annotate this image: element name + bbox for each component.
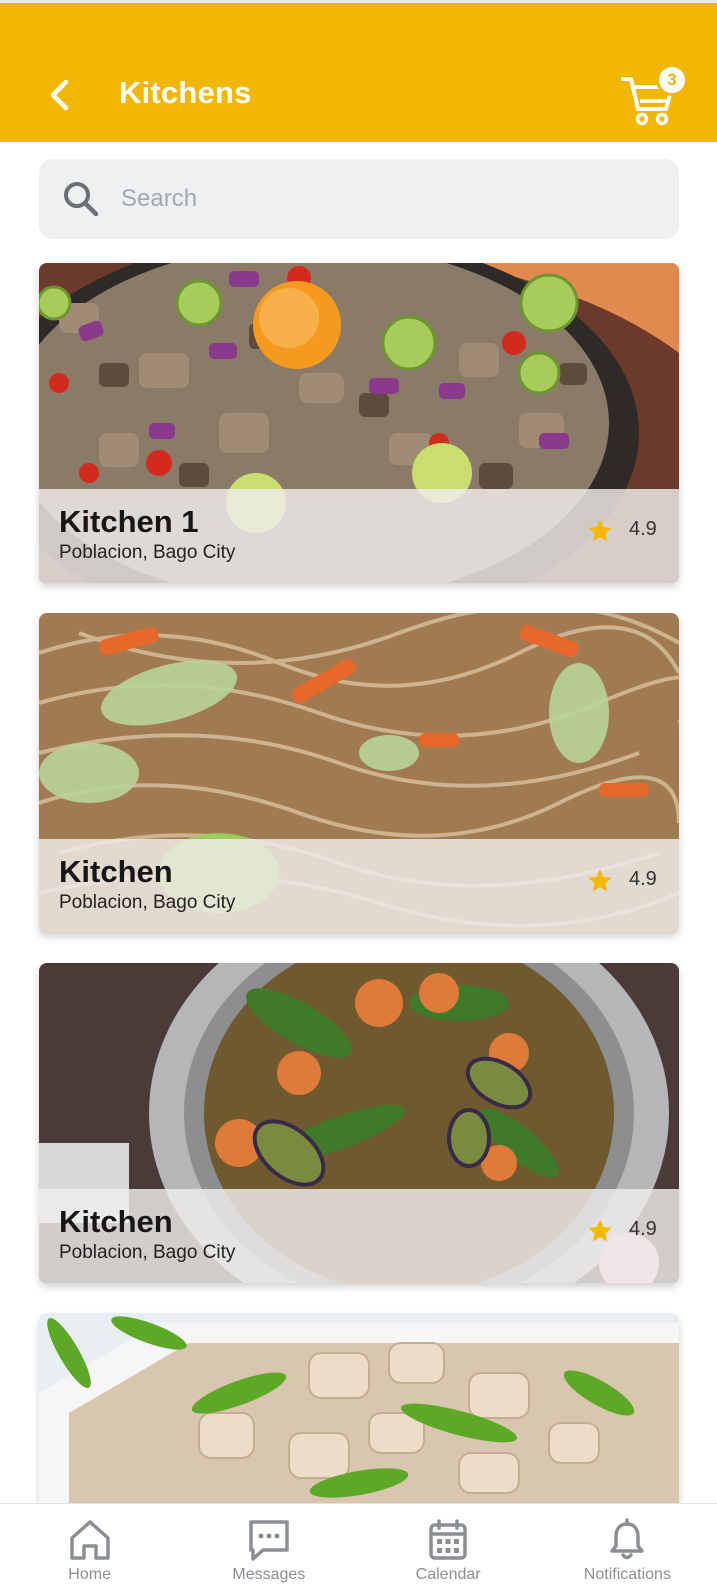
- nav-notifications[interactable]: Notifications: [538, 1504, 717, 1589]
- nav-messages[interactable]: Messages: [179, 1504, 358, 1589]
- nav-label-messages: Messages: [232, 1566, 306, 1583]
- calendar-icon: [429, 1519, 467, 1560]
- chevron-left-icon: [50, 79, 69, 111]
- page-title: Kitchens: [119, 75, 252, 110]
- message-icon: [249, 1520, 289, 1561]
- kitchen-card[interactable]: [39, 1313, 679, 1503]
- app-header: Kitchens 3: [0, 0, 717, 142]
- nav-label-home: Home: [68, 1566, 111, 1583]
- kitchen-rating: 4.9: [629, 868, 657, 890]
- kitchen-card[interactable]: Kitchen Poblacion, Bago City 4.9: [39, 963, 679, 1283]
- cart-button[interactable]: 3: [621, 67, 685, 126]
- kitchen-location: Poblacion, Bago City: [59, 542, 236, 563]
- star-icon: [588, 869, 612, 892]
- kitchen-card[interactable]: Kitchen Poblacion, Bago City 4.9: [39, 613, 679, 933]
- star-icon: [588, 519, 612, 542]
- card-info-panel: Kitchen Poblacion, Bago City 4.9: [39, 839, 679, 933]
- card-info-panel: Kitchen Poblacion, Bago City 4.9: [39, 1189, 679, 1283]
- nav-label-calendar: Calendar: [415, 1566, 481, 1583]
- bell-icon: [610, 1518, 645, 1560]
- kitchen-rating: 4.9: [629, 1218, 657, 1240]
- kitchen-name: Kitchen 1: [59, 504, 199, 539]
- search-icon[interactable]: [61, 179, 101, 219]
- nav-home[interactable]: Home: [0, 1504, 179, 1589]
- nav-label-notifications: Notifications: [583, 1566, 671, 1583]
- back-button[interactable]: [40, 73, 80, 117]
- cart-count-badge: 3: [659, 67, 685, 93]
- search-input[interactable]: [121, 159, 661, 239]
- pork-chili-dish-photo: [39, 1313, 679, 1503]
- home-icon: [69, 1520, 110, 1560]
- card-info-panel: Kitchen 1 Poblacion, Bago City 4.9: [39, 489, 679, 583]
- kitchen-rating: 4.9: [629, 518, 657, 540]
- kitchen-name: Kitchen: [59, 854, 173, 889]
- bottom-navigation: Home Messages Calendar Notifications: [0, 1503, 717, 1589]
- kitchen-location: Poblacion, Bago City: [59, 1242, 236, 1263]
- search-bar: [39, 159, 679, 239]
- nav-calendar[interactable]: Calendar: [359, 1504, 538, 1589]
- star-icon: [588, 1219, 612, 1242]
- kitchen-name: Kitchen: [59, 1204, 173, 1239]
- kitchen-location: Poblacion, Bago City: [59, 892, 236, 913]
- kitchen-card[interactable]: Kitchen 1 Poblacion, Bago City 4.9: [39, 263, 679, 583]
